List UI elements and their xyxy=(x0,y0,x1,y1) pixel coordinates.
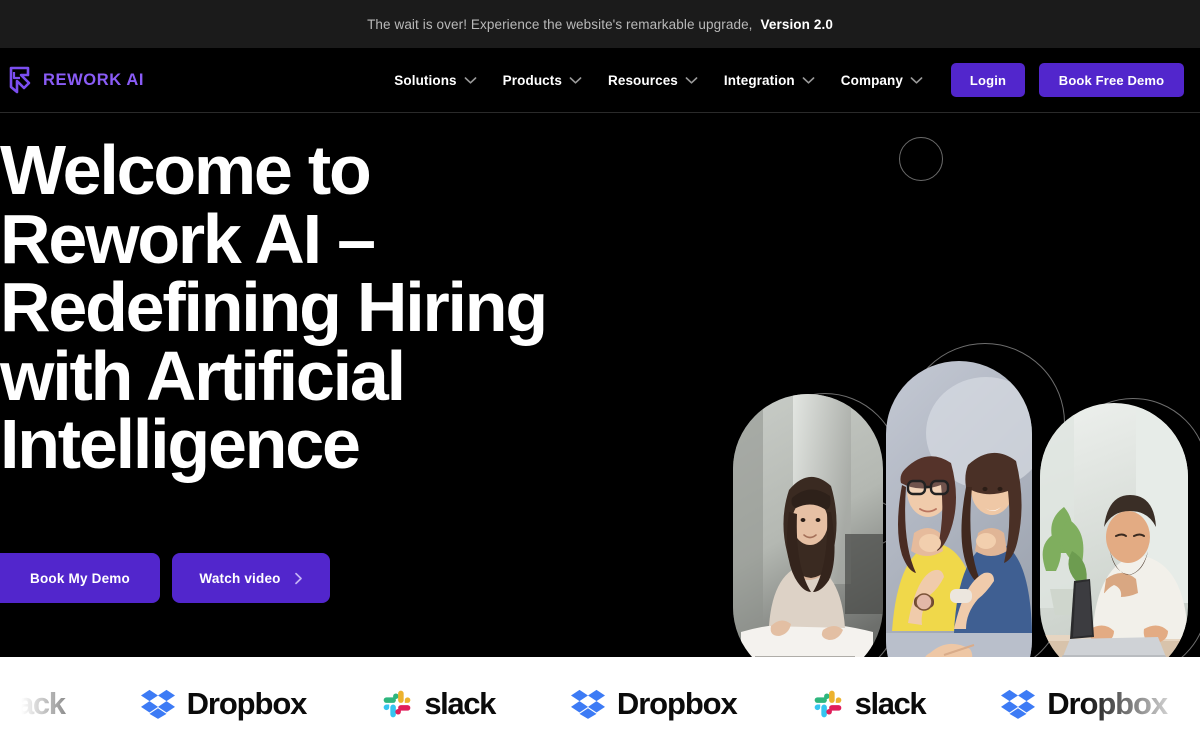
nav-item-products[interactable]: Products xyxy=(503,73,582,88)
nav-item-label: Solutions xyxy=(394,72,457,88)
page-title: Welcome to Rework AI – Redefining Hiring… xyxy=(0,131,548,484)
woman-at-desk-photo xyxy=(733,394,883,657)
nav-item-solutions[interactable]: Solutions xyxy=(394,72,477,88)
chevron-down-icon xyxy=(802,76,815,85)
logo-item-slack: slack xyxy=(813,685,927,722)
brand-logo[interactable]: REWORK AI xyxy=(4,65,144,95)
chevron-right-icon xyxy=(294,572,303,585)
slack-icon xyxy=(813,689,843,719)
dropbox-icon xyxy=(140,689,175,719)
hero-copy: Welcome to Rework AI – Redefining Hiring… xyxy=(0,131,700,484)
nav-item-resources[interactable]: Resources xyxy=(608,73,698,88)
nav-item-label: Integration xyxy=(723,72,795,88)
watch-video-label: Watch video xyxy=(199,570,281,586)
announcement-banner: The wait is over! Experience the website… xyxy=(0,0,1200,48)
nav-actions: Login Book Free Demo xyxy=(951,63,1184,97)
decorative-circle-bottom-left xyxy=(853,501,897,545)
logo-marquee-track: slack Dropbox slack Dropbox slack Dropbo… xyxy=(0,657,1168,750)
dropbox-icon xyxy=(1001,689,1036,719)
partner-logo-strip: slack Dropbox slack Dropbox slack Dropbo… xyxy=(0,657,1200,750)
logo-item-dropbox: Dropbox xyxy=(140,685,308,722)
chevron-down-icon xyxy=(569,76,582,85)
announcement-text: The wait is over! Experience the website… xyxy=(367,16,753,32)
chevron-down-icon xyxy=(910,76,923,85)
nav-item-label: Company xyxy=(840,72,903,88)
book-free-demo-button[interactable]: Book Free Demo xyxy=(1039,63,1184,97)
two-women-with-laptop-photo xyxy=(886,361,1032,657)
logo-label: Dropbox xyxy=(616,685,738,721)
capsule-outline-ring-center xyxy=(905,343,1065,657)
decorative-circle-top xyxy=(899,137,943,181)
slack-icon xyxy=(382,689,412,719)
logo-label: slack xyxy=(424,685,496,721)
logo-item-dropbox: Dropbox xyxy=(1001,685,1168,722)
nav-links: Solutions Products Resources Integration xyxy=(394,73,923,88)
book-my-demo-button[interactable]: Book My Demo xyxy=(0,553,160,603)
logo-label: Dropbox xyxy=(1047,685,1168,721)
logo-label: Dropbox xyxy=(186,685,308,721)
logo-item-dropbox: Dropbox xyxy=(570,685,738,722)
watch-video-button[interactable]: Watch video xyxy=(172,553,330,603)
man-typing-on-laptop-photo xyxy=(1040,403,1188,657)
hero-section: Welcome to Rework AI – Redefining Hiring… xyxy=(0,113,1200,657)
hero-cta-group: Book My Demo Watch video xyxy=(0,553,330,603)
logo-item-slack: slack xyxy=(0,685,66,722)
brand-name: REWORK AI xyxy=(43,70,145,89)
nav-item-company[interactable]: Company xyxy=(841,73,923,88)
chevron-down-icon xyxy=(685,76,698,85)
nav-item-integration[interactable]: Integration xyxy=(724,73,815,88)
book-my-demo-label: Book My Demo xyxy=(30,570,130,586)
logo-label: slack xyxy=(0,685,66,721)
decorative-circle-bottom-right xyxy=(1124,502,1168,546)
dropbox-icon xyxy=(570,689,605,719)
announcement-version-badge[interactable]: Version 2.0 xyxy=(761,17,833,32)
rework-logo-mark-icon xyxy=(4,65,34,95)
capsule-outline-ring-right xyxy=(1058,398,1200,657)
nav-item-label: Products xyxy=(502,72,562,88)
capsule-outline-ring-left xyxy=(750,393,900,657)
login-button[interactable]: Login xyxy=(951,63,1025,97)
chevron-down-icon xyxy=(464,76,477,85)
logo-item-slack: slack xyxy=(382,685,496,722)
nav-item-label: Resources xyxy=(607,72,678,88)
logo-label: slack xyxy=(854,685,927,721)
main-navbar: REWORK AI Solutions Products Resources I… xyxy=(0,48,1200,113)
